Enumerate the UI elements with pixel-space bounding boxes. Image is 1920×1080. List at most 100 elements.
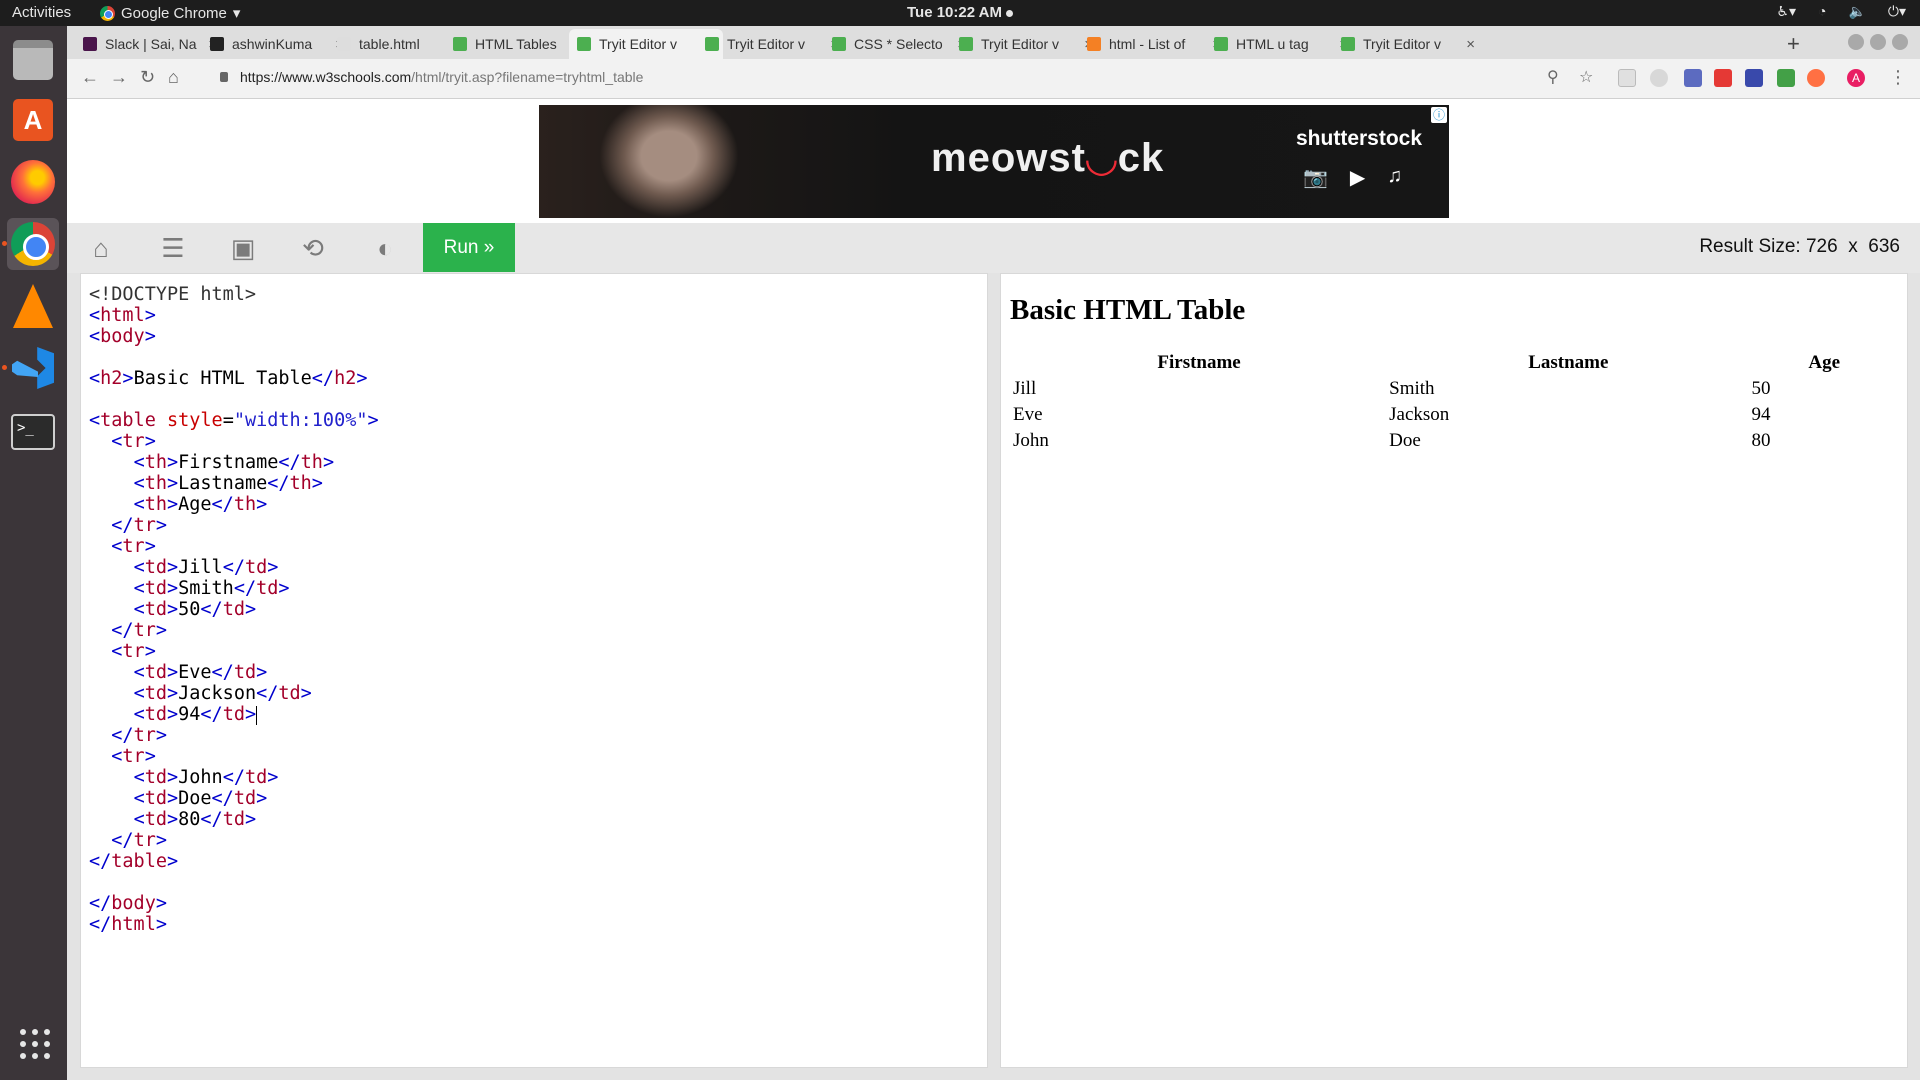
- table-cell: Doe: [1389, 430, 1421, 451]
- table-row: John Doe 80: [1012, 429, 1898, 453]
- files-icon: [13, 40, 53, 80]
- terminal-icon: >_: [11, 414, 55, 450]
- tab-title: Tryit Editor v: [599, 36, 678, 52]
- extension-icon[interactable]: [1650, 69, 1668, 87]
- music-icon: ♫: [1387, 165, 1403, 187]
- w3schools-icon: [453, 37, 467, 51]
- files-launcher[interactable]: [7, 34, 59, 86]
- extension-icon[interactable]: [1807, 69, 1825, 87]
- w3schools-icon: [1214, 37, 1228, 51]
- software-center-icon: A: [13, 99, 53, 141]
- tab-strip: Slack | Sai, Na×ashwinKuma×table.html×HT…: [67, 26, 1920, 59]
- lock-icon[interactable]: [220, 72, 228, 82]
- zoom-icon[interactable]: ⚲: [1547, 67, 1559, 87]
- tab-title: HTML Tables: [475, 36, 557, 52]
- ad-brand-o: ◡: [1085, 136, 1118, 180]
- minimize-button[interactable]: [1848, 34, 1864, 50]
- table-row: Jill Smith 50: [1012, 377, 1898, 401]
- result-pane[interactable]: Basic HTML Table Firstname Lastname Age Ji…: [1000, 273, 1908, 1068]
- home-button[interactable]: ⌂: [168, 67, 179, 88]
- chrome-launcher[interactable]: [2, 218, 59, 270]
- save-icon[interactable]: ▣: [227, 234, 259, 262]
- extension-icon[interactable]: [1777, 69, 1795, 87]
- table-cell: 94: [1751, 404, 1771, 425]
- extension-icon[interactable]: [1618, 69, 1636, 87]
- ad-brand-left: meowst: [931, 136, 1086, 180]
- url-host: https://www.w3schools.com: [240, 69, 412, 85]
- reload-button[interactable]: ↻: [140, 67, 155, 88]
- power-icon[interactable]: ⏻▾: [1888, 3, 1906, 20]
- w3schools-icon: [1341, 37, 1355, 51]
- close-tab-icon[interactable]: ×: [1466, 36, 1475, 53]
- forward-button[interactable]: →: [110, 67, 128, 88]
- w3schools-icon: [577, 37, 591, 51]
- terminal-launcher[interactable]: >_: [7, 406, 59, 458]
- play-icon: ▶: [1349, 167, 1366, 189]
- run-button[interactable]: Run »: [423, 223, 515, 272]
- code-text[interactable]: <!DOCTYPE html> <html> <body> <h2>Basic …: [89, 284, 379, 935]
- result-size: Result Size: 726 x 636: [1699, 236, 1900, 258]
- camera-icon: 📷: [1303, 167, 1328, 189]
- home-icon[interactable]: ⌂: [85, 234, 117, 262]
- table-cell: 50: [1751, 378, 1771, 399]
- url-field[interactable]: https://www.w3schools.com/html/tryit.asp…: [240, 69, 643, 85]
- vlc-launcher[interactable]: [7, 280, 59, 332]
- adchoices-icon[interactable]: ⓘ: [1431, 107, 1447, 123]
- github-icon: [210, 37, 224, 51]
- result-x: x: [1848, 236, 1858, 257]
- url-path: /html/tryit.asp?filename=tryhtml_table: [411, 69, 644, 85]
- vscode-launcher[interactable]: [2, 342, 59, 394]
- back-button[interactable]: ←: [81, 67, 99, 88]
- table-cell: Jackson: [1389, 404, 1450, 425]
- w3schools-icon: [832, 37, 846, 51]
- result-document: Basic HTML Table Firstname Lastname Age Ji…: [1010, 294, 1900, 455]
- tab-10[interactable]: Tryit Editor v ×: [1333, 29, 1483, 59]
- rotate-layout-icon[interactable]: ⟲: [297, 234, 329, 262]
- theme-contrast-icon[interactable]: ◐: [369, 234, 401, 262]
- launcher-dock: A >_: [0, 26, 67, 1080]
- extension-icon[interactable]: [1684, 69, 1702, 87]
- menu-icon[interactable]: ☰: [157, 234, 189, 262]
- software-launcher[interactable]: A: [7, 94, 59, 146]
- tab-title: HTML u tag: [1236, 36, 1309, 52]
- menu-kebab-icon[interactable]: ⋮: [1889, 67, 1907, 88]
- ad-brand-right: ck: [1117, 136, 1165, 180]
- tab-title: html - List of: [1109, 36, 1186, 52]
- clock[interactable]: Tue 10:22 AM: [0, 4, 1920, 21]
- clock-label: Tue 10:22 AM: [906, 4, 1003, 21]
- table-header-cell: Lastname: [1528, 352, 1609, 373]
- extension-icon[interactable]: [1714, 69, 1732, 87]
- tab-title: Tryit Editor v: [981, 36, 1060, 52]
- running-indicator: [2, 365, 7, 370]
- accessibility-icon[interactable]: ♿▾: [1776, 3, 1796, 20]
- firefox-icon: [11, 160, 55, 204]
- extension-icon[interactable]: [1745, 69, 1763, 87]
- table-cell: Smith: [1389, 378, 1435, 399]
- table-header-row: Firstname Lastname Age: [1012, 351, 1898, 375]
- editor-panes: <!DOCTYPE html> <html> <body> <h2>Basic …: [67, 273, 1920, 1080]
- vscode-icon: [12, 347, 54, 389]
- firefox-launcher[interactable]: [7, 156, 59, 208]
- code-editor[interactable]: <!DOCTYPE html> <html> <body> <h2>Basic …: [80, 273, 988, 1068]
- table-cell: John: [1013, 430, 1049, 451]
- wifi-icon[interactable]: ◔: [1818, 3, 1826, 20]
- profile-avatar[interactable]: A: [1847, 69, 1865, 87]
- stackoverflow-icon: [1087, 37, 1101, 51]
- ad-banner[interactable]: meowst◡ck shutterstock 📷 ▶ ♫ ⓘ: [539, 105, 1449, 218]
- close-window-button[interactable]: [1892, 34, 1908, 50]
- table-cell: 80: [1751, 430, 1771, 451]
- table-cell: Eve: [1013, 404, 1043, 425]
- ad-brand-text: meowst◡ck: [931, 135, 1164, 181]
- table-header-cell: Age: [1808, 352, 1841, 373]
- text-cursor: [256, 705, 258, 725]
- new-tab-button[interactable]: +: [1787, 31, 1800, 57]
- volume-icon[interactable]: 🔈: [1848, 3, 1865, 20]
- result-height: 636: [1868, 236, 1900, 257]
- bookmark-star-icon[interactable]: ☆: [1579, 67, 1593, 87]
- tab-title: Slack | Sai, Na: [105, 36, 197, 52]
- maximize-button[interactable]: [1870, 34, 1886, 50]
- system-tray[interactable]: ♿▾ ◔ 🔈 ⏻▾: [1776, 3, 1906, 20]
- show-applications-icon[interactable]: [20, 1029, 50, 1059]
- system-top-bar: Activities Google Chrome ▾ Tue 10:22 AM …: [0, 0, 1920, 26]
- w3schools-icon: [959, 37, 973, 51]
